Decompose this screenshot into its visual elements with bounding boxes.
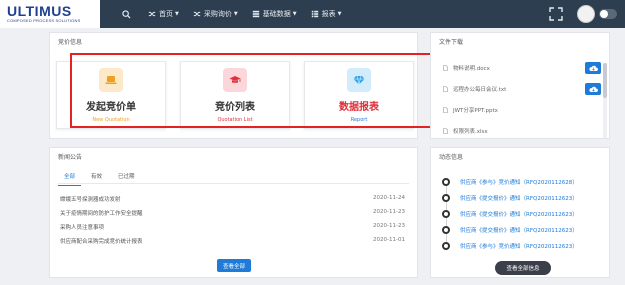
news-row[interactable]: 供应商配合采购完成竞价统计报表 2020-11-01	[60, 237, 405, 245]
fullscreen-icon[interactable]	[549, 7, 563, 21]
activity-text: 供应商《提交报价》通知（RFQ2020112623）	[460, 228, 578, 234]
nav-label-purchase-inquiry: 采购询价	[203, 10, 232, 18]
news-date: 2020-11-23	[373, 223, 405, 229]
timeline-dot	[442, 242, 450, 250]
download-button[interactable]	[585, 83, 601, 95]
activity-title: 动态信息	[439, 154, 464, 161]
shuffle-icon	[193, 11, 201, 17]
list-icon	[311, 10, 318, 18]
logo[interactable]: ULTIMUS COMPOSED PROCESS SOLUTIONS	[0, 0, 100, 28]
news-title-text: 嫦娥五号探测器成功发射	[60, 197, 121, 203]
timeline-dot	[442, 194, 450, 202]
news-row[interactable]: 采购人员注意事项 2020-11-23	[60, 223, 405, 231]
news-date: 2020-11-01	[373, 237, 405, 243]
activity-text: 供应商《提交报价》通知（RFQ2020112623）	[460, 212, 578, 218]
file-item[interactable]: 权限列表.xlsx	[443, 127, 488, 135]
file-download-title: 文件下载	[439, 39, 464, 46]
file-name: 物料说明.docx	[453, 66, 490, 72]
timeline-dot	[442, 178, 450, 186]
chevron-down-icon: ▼	[337, 11, 342, 17]
chevron-down-icon: ▼	[233, 11, 238, 17]
price-info-title: 竞价信息	[58, 39, 83, 46]
search-icon	[122, 9, 131, 19]
news-row[interactable]: 嫦娥五号探测器成功发射 2020-11-24	[60, 195, 405, 203]
activity-item[interactable]: 供应商《提交报价》通知（RFQ2020112623）	[442, 226, 578, 234]
nav-label-report: 报表	[321, 10, 336, 18]
avatar[interactable]	[577, 5, 595, 23]
download-button[interactable]	[585, 62, 601, 74]
news-title: 新闻公告	[58, 154, 83, 161]
scrollbar-thumb[interactable]	[603, 63, 607, 98]
database-icon	[252, 10, 259, 18]
news-panel: 新闻公告 全部 有效 已过期 嫦娥五号探测器成功发射 2020-11-24 关于…	[49, 147, 418, 278]
cloud-download-icon	[588, 86, 598, 92]
file-icon	[443, 128, 448, 134]
view-all-activity-button[interactable]: 查看全部信息	[495, 261, 551, 275]
activity-item[interactable]: 供应商《提交报价》通知（RFQ2020112623）	[442, 194, 578, 202]
news-title-text: 采购人员注意事项	[60, 225, 105, 231]
file-name: 远程办公每日会议.txt	[453, 87, 507, 93]
nav-label-basic-data: 基础数据	[262, 10, 291, 18]
activity-item[interactable]: 供应商《参与》竞价通知（RFQ2020112628）	[442, 178, 578, 186]
news-row[interactable]: 关于疫情期间的防护工作安全提醒 2020-11-23	[60, 209, 405, 217]
timeline-dot	[442, 226, 450, 234]
logo-subtext: COMPOSED PROCESS SOLUTIONS	[7, 18, 81, 23]
theme-toggle[interactable]	[599, 9, 617, 19]
file-icon	[443, 86, 448, 92]
file-download-panel: 文件下载 物料说明.docx 远程办公每日会议.txt JWT分享PPT.ppt…	[430, 32, 610, 139]
nav-item-home[interactable]: 首页 ▼	[148, 9, 179, 19]
activity-item[interactable]: 供应商《提交报价》通知（RFQ2020112623）	[442, 210, 578, 218]
chevron-down-icon: ▼	[175, 11, 179, 17]
timeline-dot	[442, 210, 450, 218]
file-icon	[443, 65, 448, 71]
activity-text: 供应商《参与》竞价通知（RFQ2020112628）	[460, 180, 578, 186]
file-item[interactable]: 远程办公每日会议.txt	[443, 85, 506, 93]
nav-label-home: 首页	[159, 10, 173, 18]
nav-item-report[interactable]: 报表 ▼	[311, 9, 342, 19]
news-date: 2020-11-23	[373, 209, 405, 215]
tab-divider	[58, 183, 409, 184]
news-title-text: 供应商配合采购完成竞价统计报表	[60, 239, 143, 245]
file-name: 权限列表.xlsx	[453, 129, 488, 135]
file-icon	[443, 107, 448, 113]
news-date: 2020-11-24	[373, 195, 405, 201]
file-item[interactable]: 物料说明.docx	[443, 64, 490, 72]
news-title-text: 关于疫情期间的防护工作安全提醒	[60, 211, 143, 217]
top-navbar: ULTIMUS COMPOSED PROCESS SOLUTIONS 首页 ▼ 采…	[0, 0, 625, 28]
file-item[interactable]: JWT分享PPT.pptx	[443, 106, 498, 114]
logo-text: ULTIMUS	[7, 3, 72, 19]
file-name: JWT分享PPT.pptx	[453, 108, 498, 114]
activity-text: 供应商《提交报价》通知（RFQ2020112623）	[460, 196, 578, 202]
activity-item[interactable]: 供应商《参与》竞价通知（RFQ2020112623）	[442, 242, 578, 250]
view-all-news-button[interactable]: 查看全部	[217, 259, 251, 272]
highlight-box	[70, 53, 436, 128]
shuffle-icon	[148, 11, 156, 17]
chevron-down-icon: ▼	[292, 11, 297, 17]
cloud-download-icon	[588, 65, 598, 71]
activity-text: 供应商《参与》竞价通知（RFQ2020112623）	[460, 244, 578, 250]
activity-panel: 动态信息 供应商《参与》竞价通知（RFQ2020112628） 供应商《提交报价…	[430, 147, 610, 278]
nav-item-basic-data[interactable]: 基础数据 ▼	[252, 9, 297, 19]
search-button[interactable]	[122, 9, 134, 19]
nav-item-purchase-inquiry[interactable]: 采购询价 ▼	[193, 9, 238, 19]
